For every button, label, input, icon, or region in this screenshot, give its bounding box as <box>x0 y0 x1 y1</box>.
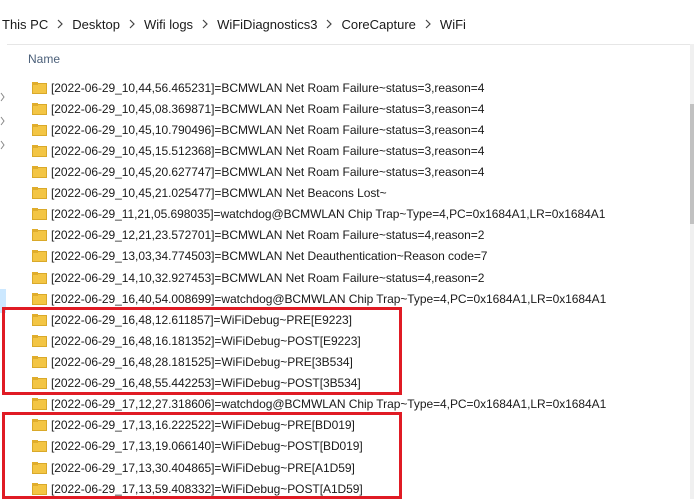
list-item[interactable]: [2022-06-29_10,45,20.627747]=BCMWLAN Net… <box>28 161 688 182</box>
list-item[interactable]: [2022-06-29_13,03,34.774503]=BCMWLAN Net… <box>28 246 688 267</box>
list-item[interactable]: [2022-06-29_16,48,28.181525]=WiFiDebug~P… <box>28 351 688 372</box>
folder-icon <box>32 165 47 178</box>
chevron-right-icon[interactable] <box>50 19 70 29</box>
list-item[interactable]: [2022-06-29_17,13,19.066140]=WiFiDebug~P… <box>28 436 688 457</box>
file-name: [2022-06-29_10,45,15.512368]=BCMWLAN Net… <box>51 143 485 158</box>
nav-selected-item[interactable] <box>0 289 6 313</box>
list-item[interactable]: [2022-06-29_17,13,59.408332]=WiFiDebug~P… <box>28 478 688 499</box>
breadcrumb-desktop[interactable]: Desktop <box>70 17 122 32</box>
folder-icon <box>32 377 47 390</box>
chevron-right-icon[interactable] <box>195 19 215 29</box>
file-name: [2022-06-29_16,48,12.611857]=WiFiDebug~P… <box>51 312 352 327</box>
file-name: [2022-06-29_10,45,08.369871]=BCMWLAN Net… <box>51 101 485 116</box>
breadcrumb-this-pc[interactable]: This PC <box>0 17 50 32</box>
file-name: [2022-06-29_17,13,16.222522]=WiFiDebug~P… <box>51 418 355 433</box>
list-item[interactable]: [2022-06-29_10,44,56.465231]=BCMWLAN Net… <box>28 77 688 98</box>
list-item[interactable]: [2022-06-29_12,21,23.572701]=BCMWLAN Net… <box>28 225 688 246</box>
list-item[interactable]: [2022-06-29_10,45,21.025477]=BCMWLAN Net… <box>28 183 688 204</box>
list-item[interactable]: [2022-06-29_17,13,30.404865]=WiFiDebug~P… <box>28 457 688 478</box>
folder-icon <box>32 229 47 242</box>
list-item[interactable]: [2022-06-29_17,13,16.222522]=WiFiDebug~P… <box>28 415 688 436</box>
list-item[interactable]: [2022-06-29_16,48,55.442253]=WiFiDebug~P… <box>28 373 688 394</box>
pin-icon[interactable] <box>0 140 5 150</box>
list-item[interactable]: [2022-06-29_16,48,16.181352]=WiFiDebug~P… <box>28 330 688 351</box>
list-item[interactable]: [2022-06-29_10,45,10.790496]=BCMWLAN Net… <box>28 119 688 140</box>
file-name: [2022-06-29_10,45,21.025477]=BCMWLAN Net… <box>51 186 387 201</box>
folder-icon <box>32 313 47 326</box>
breadcrumb-corecapture[interactable]: CoreCapture <box>339 17 417 32</box>
folder-icon <box>32 144 47 157</box>
folder-icon <box>32 440 47 453</box>
folder-icon <box>32 102 47 115</box>
address-bar[interactable]: This PC Desktop Wifi logs WiFiDiagnostic… <box>0 0 694 45</box>
file-name: [2022-06-29_12,21,23.572701]=BCMWLAN Net… <box>51 228 485 243</box>
file-name: [2022-06-29_17,13,30.404865]=WiFiDebug~P… <box>51 460 355 475</box>
folder-icon <box>32 292 47 305</box>
breadcrumb-wifi[interactable]: WiFi <box>438 17 468 32</box>
file-name: [2022-06-29_10,45,10.790496]=BCMWLAN Net… <box>51 122 485 137</box>
folder-icon <box>32 271 47 284</box>
file-name: [2022-06-29_16,40,54.008699]=watchdog@BC… <box>51 291 607 306</box>
folder-icon <box>32 208 47 221</box>
file-name: [2022-06-29_11,21,05.698035]=watchdog@BC… <box>51 207 606 222</box>
file-name: [2022-06-29_13,03,34.774503]=BCMWLAN Net… <box>51 249 488 264</box>
list-item[interactable]: [2022-06-29_10,45,15.512368]=BCMWLAN Net… <box>28 140 688 161</box>
file-name: [2022-06-29_16,48,28.181525]=WiFiDebug~P… <box>51 354 353 369</box>
folder-icon <box>32 187 47 200</box>
folder-icon <box>32 355 47 368</box>
chevron-right-icon[interactable] <box>319 19 339 29</box>
file-list: [2022-06-29_10,44,56.465231]=BCMWLAN Net… <box>28 77 688 499</box>
breadcrumb: This PC Desktop Wifi logs WiFiDiagnostic… <box>0 15 468 33</box>
file-name: [2022-06-29_17,13,59.408332]=WiFiDebug~P… <box>51 481 363 496</box>
list-item[interactable]: [2022-06-29_16,40,54.008699]=watchdog@BC… <box>28 288 688 309</box>
folder-icon <box>32 334 47 347</box>
scrollbar-thumb[interactable] <box>690 104 694 224</box>
navigation-pane[interactable] <box>0 44 7 499</box>
file-name: [2022-06-29_10,44,56.465231]=BCMWLAN Net… <box>51 80 485 95</box>
file-name: [2022-06-29_10,45,20.627747]=BCMWLAN Net… <box>51 164 485 179</box>
list-item[interactable]: [2022-06-29_10,45,08.369871]=BCMWLAN Net… <box>28 98 688 119</box>
list-item[interactable]: [2022-06-29_16,48,12.611857]=WiFiDebug~P… <box>28 309 688 330</box>
pin-icon[interactable] <box>0 116 5 126</box>
vertical-scrollbar[interactable] <box>690 44 694 499</box>
folder-icon <box>32 461 47 474</box>
chevron-right-icon[interactable] <box>418 19 438 29</box>
column-header-name[interactable]: Name <box>28 52 60 66</box>
folder-icon <box>32 123 47 136</box>
list-item[interactable]: [2022-06-29_14,10,32.927453]=BCMWLAN Net… <box>28 267 688 288</box>
file-name: [2022-06-29_17,12,27.318606]=watchdog@BC… <box>51 397 607 412</box>
folder-icon <box>32 482 47 495</box>
folder-icon <box>32 81 47 94</box>
file-name: [2022-06-29_16,48,16.181352]=WiFiDebug~P… <box>51 333 361 348</box>
chevron-right-icon[interactable] <box>122 19 142 29</box>
file-name: [2022-06-29_16,48,55.442253]=WiFiDebug~P… <box>51 376 361 391</box>
list-item[interactable]: [2022-06-29_17,12,27.318606]=watchdog@BC… <box>28 394 688 415</box>
pin-icon[interactable] <box>0 92 5 102</box>
folder-icon <box>32 250 47 263</box>
folder-icon <box>32 419 47 432</box>
breadcrumb-wifidiagnostics3[interactable]: WiFiDiagnostics3 <box>215 17 319 32</box>
breadcrumb-wifi-logs[interactable]: Wifi logs <box>142 17 195 32</box>
file-name: [2022-06-29_17,13,19.066140]=WiFiDebug~P… <box>51 439 363 454</box>
file-name: [2022-06-29_14,10,32.927453]=BCMWLAN Net… <box>51 270 485 285</box>
folder-icon <box>32 398 47 411</box>
list-item[interactable]: [2022-06-29_11,21,05.698035]=watchdog@BC… <box>28 204 688 225</box>
